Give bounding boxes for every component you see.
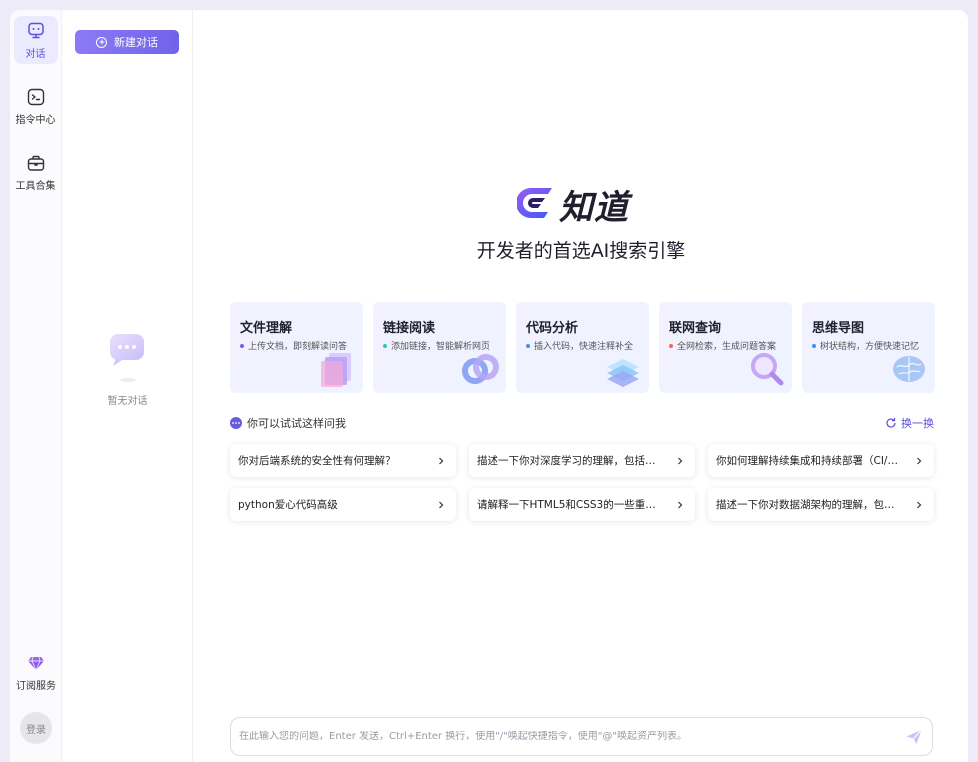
refresh-icon xyxy=(886,418,896,428)
rail-bottom: 订阅服务 登录 xyxy=(10,648,62,744)
brand-tagline: 开发者的首选AI搜索引擎 xyxy=(476,240,686,262)
chevron-right-icon xyxy=(678,457,683,464)
plus-circle-icon xyxy=(96,36,107,48)
chevron-right-icon xyxy=(439,457,444,464)
chevron-right-icon xyxy=(678,501,683,508)
new-chat-label: 新建对话 xyxy=(114,36,158,49)
card-title: 代码分析 xyxy=(526,321,579,336)
new-chat-button[interactable]: 新建对话 xyxy=(75,30,179,54)
card-title: 文件理解 xyxy=(240,321,293,336)
card-title: 思维导图 xyxy=(812,321,865,336)
feature-card-mindmap[interactable]: 思维导图 树状结构，方便快速记忆 xyxy=(802,302,935,393)
suggestion-item[interactable]: 你对后端系统的安全性有何理解？ xyxy=(230,444,456,477)
suggestion-item[interactable]: 请解释一下HTML5和CSS3的一些重要新特性 xyxy=(469,488,695,521)
app-window: 对话 指令中心 工具合集 订阅服务 登录 新建对话 暂无对话 知道 开发者的首选… xyxy=(10,10,968,762)
rail-item-commands[interactable]: 指令中心 xyxy=(14,82,58,130)
suggestions-header: 你可以试试这样问我 换一换 xyxy=(230,415,934,431)
code-layers-icon xyxy=(607,359,639,387)
send-icon[interactable] xyxy=(904,727,924,747)
suggestion-item[interactable]: 描述一下你对深度学习的理解，包括其基本原理和应用 xyxy=(469,444,695,477)
question-input[interactable] xyxy=(239,731,904,742)
subscribe-label: 订阅服务 xyxy=(16,681,56,692)
suggestions-heading: 你可以试试这样问我 xyxy=(247,417,346,430)
chat-icon xyxy=(27,22,44,39)
magnifier-icon xyxy=(751,353,784,386)
history-panel: 新建对话 暂无对话 xyxy=(62,10,193,762)
toolbox-icon xyxy=(27,155,44,171)
link-chain-icon xyxy=(462,354,499,384)
suggestion-list: 你对后端系统的安全性有何理解？ 描述一下你对深度学习的理解，包括其基本原理和应用… xyxy=(230,444,934,521)
feature-card-link[interactable]: 链接阅读 添加链接，智能解析网页 xyxy=(373,302,506,393)
feature-cards: 文件理解 上传文档，即刻解读问答 链接阅读 添加链接，智能解析网页 代码分析 插… xyxy=(230,302,935,393)
terminal-icon xyxy=(27,88,44,106)
refresh-button[interactable]: 换一换 xyxy=(885,415,934,431)
brand: 知道 xyxy=(517,180,629,229)
subscribe-button[interactable]: 订阅服务 xyxy=(14,648,58,696)
empty-chat-bubble-icon xyxy=(109,334,144,382)
login-button[interactable]: 登录 xyxy=(20,712,52,744)
chevron-right-icon xyxy=(917,501,922,508)
rail-item-label: 工具合集 xyxy=(15,181,56,192)
icon-rail: 对话 指令中心 工具合集 订阅服务 登录 xyxy=(10,10,62,762)
empty-history: 暂无对话 xyxy=(62,330,193,407)
main-area: 知道 开发者的首选AI搜索引擎 文件理解 上传文档，即刻解读问答 链接阅读 添加… xyxy=(193,10,968,762)
rail-item-label: 对话 xyxy=(25,49,46,60)
diamond-icon xyxy=(28,656,44,672)
feature-card-file[interactable]: 文件理解 上传文档，即刻解读问答 xyxy=(230,302,363,393)
suggestion-item[interactable]: 你如何理解持续集成和持续部署（CI/CD）？ xyxy=(708,444,934,477)
message-dots-icon xyxy=(230,417,242,429)
feature-card-web[interactable]: 联网查询 全网检索，生成问题答案 xyxy=(659,302,792,393)
feature-card-code[interactable]: 代码分析 插入代码，快速注释补全 xyxy=(516,302,649,393)
card-title: 联网查询 xyxy=(669,321,722,336)
empty-history-label: 暂无对话 xyxy=(107,396,148,407)
brand-logo-icon xyxy=(517,187,552,218)
suggestions-title: 你可以试试这样问我 xyxy=(230,415,346,431)
rail-item-chat[interactable]: 对话 xyxy=(13,16,58,64)
rail-item-label: 指令中心 xyxy=(15,115,56,126)
brain-icon xyxy=(893,356,925,382)
rail-item-tools[interactable]: 工具合集 xyxy=(14,148,58,196)
question-input-box xyxy=(230,717,933,756)
document-stack-icon xyxy=(321,353,351,387)
refresh-label: 换一换 xyxy=(901,417,934,430)
suggestion-item[interactable]: 描述一下你对数据湖架构的理解，包括其优缺点 xyxy=(708,488,934,521)
suggestion-item[interactable]: python爱心代码高级 xyxy=(230,488,456,521)
chevron-right-icon xyxy=(439,501,444,508)
brand-name: 知道 xyxy=(559,188,629,228)
chevron-right-icon xyxy=(917,457,922,464)
card-title: 链接阅读 xyxy=(383,321,436,336)
